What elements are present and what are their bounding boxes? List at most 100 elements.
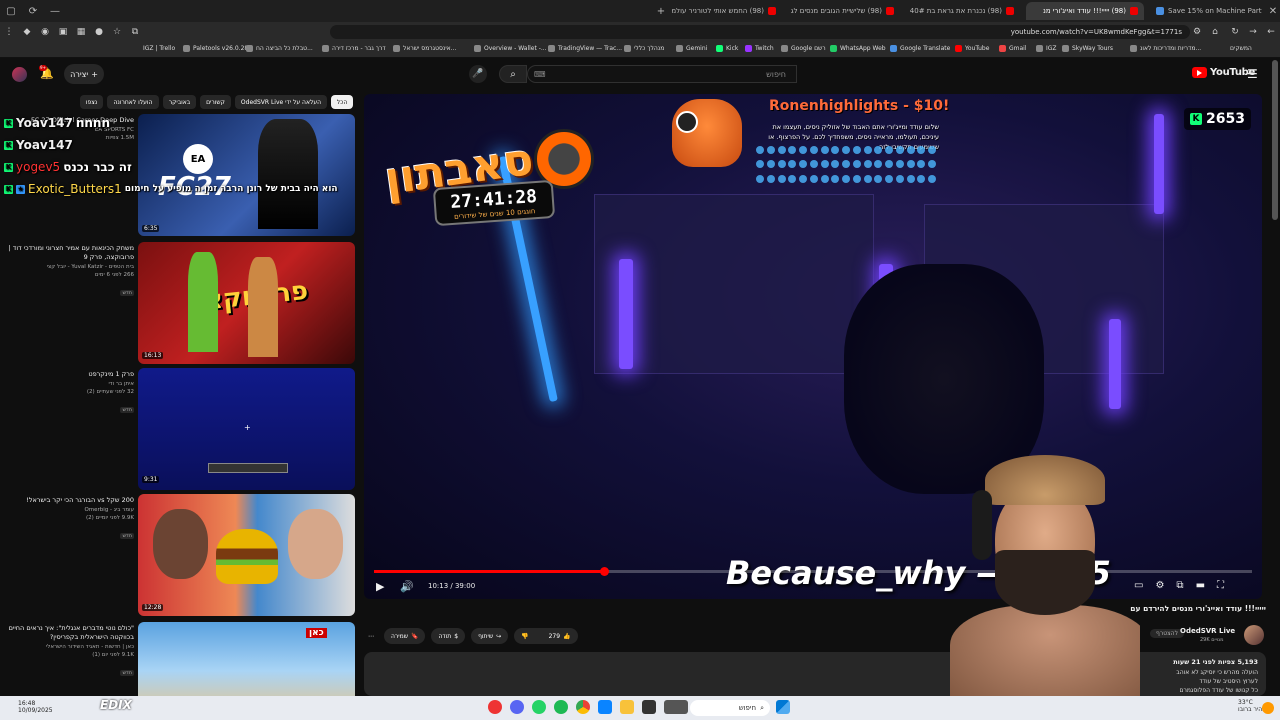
bookmark-item[interactable]: המשקים: [1230, 45, 1252, 52]
bookmark-item[interactable]: Google Translate: [890, 45, 950, 52]
share-icon[interactable]: ⧉: [126, 22, 144, 42]
windows-start-icon[interactable]: [776, 700, 790, 714]
video-thumbnail[interactable]: פרובוקצה: [138, 242, 355, 364]
volume-icon[interactable]: 🔊: [400, 580, 414, 593]
fullscreen-icon[interactable]: ⛶: [1217, 580, 1224, 591]
bookmark-item[interactable]: Twitch: [745, 45, 774, 52]
chip-watched[interactable]: נצפו: [80, 95, 103, 109]
play-icon[interactable]: ▶: [376, 580, 384, 593]
theater-mode-icon[interactable]: ▬: [1196, 580, 1205, 591]
reload-icon[interactable]: ⟳: [22, 0, 44, 22]
bookmark-item[interactable]: YouTube: [955, 45, 989, 52]
video-thumbnail[interactable]: +: [138, 368, 355, 490]
bookmark-item[interactable]: Gemini: [676, 45, 707, 52]
discord-icon[interactable]: [510, 700, 524, 714]
video-title[interactable]: משחק הכינאות עם אמיר חצרוני ומורדכי דוד …: [4, 244, 134, 262]
channel-name[interactable]: כאן | חדשות - תאגיד השידור הישראלי: [4, 643, 134, 651]
search-input[interactable]: ⌨ חיפוש: [527, 65, 797, 83]
bookmark-item[interactable]: IGZ: [1036, 45, 1057, 52]
extension-icon[interactable]: ▦: [72, 22, 90, 42]
url-field[interactable]: youtube.com/watch?v=UK8wmdKeFgg&t=1771s: [330, 25, 1190, 39]
tab-close-icon[interactable]: ✕: [1262, 0, 1280, 22]
bookmark-item[interactable]: IGZ | Trello: [143, 45, 175, 52]
menu-dots-icon[interactable]: ⋮: [0, 22, 18, 42]
browser-tab-active[interactable]: (98) ייייי!!! עודד ואייג'ורי מנ: [1026, 2, 1144, 20]
app-icon[interactable]: [488, 700, 502, 714]
recommendation-item[interactable]: כאן "כולם נוטי מדברים אנגלית": איך נראים…: [0, 622, 360, 696]
extension-icon[interactable]: ◆: [18, 22, 36, 42]
video-thumbnail[interactable]: כאן: [138, 622, 355, 696]
video-thumbnail[interactable]: [138, 494, 355, 616]
progress-scrubber[interactable]: [600, 567, 610, 576]
channel-name[interactable]: עומר ביג - Omerbig: [4, 506, 134, 514]
voice-search-mic-icon[interactable]: 🎤: [469, 65, 487, 83]
bookmark-item[interactable]: SkyWay Tours: [1062, 45, 1113, 52]
thanks-button[interactable]: תודה $: [431, 628, 466, 644]
chrome-icon[interactable]: [576, 700, 590, 714]
recommendation-item[interactable]: 12:28 200 שקל vs הבורגר הכי יקר בישראל! …: [0, 494, 360, 616]
share-button[interactable]: שיתוף ↪: [471, 628, 509, 644]
file-explorer-icon[interactable]: [620, 700, 634, 714]
tune-icon[interactable]: ⚙: [1188, 22, 1206, 42]
refresh-icon[interactable]: ↻: [1226, 22, 1244, 42]
page-scrollbar[interactable]: [1272, 60, 1278, 220]
chip-uploaded-by[interactable]: OdedSVR Live העלאה על ידי: [235, 95, 327, 109]
bookmark-star-icon[interactable]: ☆: [108, 22, 126, 42]
more-actions-icon[interactable]: ⋯: [364, 628, 378, 644]
browser-tab[interactable]: (98) שלישיית הגובים מנסים לג: [790, 2, 900, 20]
spotify-icon[interactable]: [554, 700, 568, 714]
bookmark-item[interactable]: טבלת כל הביצה הח...: [246, 45, 313, 52]
whatsapp-icon[interactable]: [532, 700, 546, 714]
browser-tab[interactable]: (98) החמש אותי לטורניר עולמי: [672, 2, 782, 20]
video-title[interactable]: "כולם נוטי מדברים אנגלית": איך נראים החי…: [4, 624, 134, 642]
youtube-logo[interactable]: YouTube: [1192, 67, 1255, 78]
settings-gear-icon[interactable]: ⚙: [1155, 580, 1164, 591]
channel-name[interactable]: OdedSVR Live: [1180, 627, 1235, 635]
extension-icon[interactable]: ●: [90, 22, 108, 42]
forward-icon[interactable]: →: [1244, 22, 1262, 42]
chip-category[interactable]: באוביקר: [163, 95, 196, 109]
search-button[interactable]: ⌕: [499, 65, 527, 83]
recommendation-item[interactable]: + 9:31 פרק 1 מינקרפט איתן בר ודי 32 לפני…: [0, 368, 360, 490]
home-icon[interactable]: ⌂: [1206, 22, 1224, 42]
channel-name[interactable]: בית הטפים - Yuval Katzir - יובל קצי: [4, 263, 134, 271]
dislike-icon[interactable]: 👎: [521, 633, 528, 640]
browser-tab[interactable]: (98) נכנרת את גראת בת 40#: [908, 2, 1020, 20]
bookmark-item[interactable]: Overview - Wallet -...: [474, 45, 547, 52]
account-avatar[interactable]: [12, 67, 27, 82]
bookmark-item[interactable]: מדריות ומדריכות לאונ...: [1130, 45, 1201, 52]
chip-all[interactable]: הכל: [331, 95, 353, 109]
minimize-icon[interactable]: —: [44, 0, 66, 22]
extensions-puzzle-icon[interactable]: ▣: [54, 22, 72, 42]
chip-related[interactable]: קשורים: [200, 95, 231, 109]
join-button[interactable]: להצטרף: [1150, 629, 1185, 638]
miniplayer-icon[interactable]: ⧉: [1176, 580, 1183, 591]
recommendation-item[interactable]: פרובוקצה 16:13 משחק הכינאות עם אמיר חצרו…: [0, 242, 360, 364]
create-button[interactable]: יצירה +: [64, 64, 104, 84]
channel-avatar[interactable]: [1244, 625, 1264, 645]
taskbar-search[interactable]: חיפוש ⌕: [690, 700, 770, 716]
hamburger-menu-icon[interactable]: ☰: [1247, 67, 1258, 81]
chip-recent[interactable]: הועלו לאחרונה: [107, 95, 159, 109]
browser-tab[interactable]: Save 15% on Machine Party on: [1150, 2, 1262, 20]
extension-icon[interactable]: ◉: [36, 22, 54, 42]
window-menu-icon[interactable]: ▢: [0, 0, 22, 22]
bookmark-item[interactable]: דרך גבר - מרכז דירה: [322, 45, 386, 52]
app-preview-icon[interactable]: [664, 700, 688, 714]
back-icon[interactable]: ←: [1262, 22, 1280, 42]
channel-name[interactable]: איתן בר ודי: [4, 380, 134, 388]
photos-icon[interactable]: [598, 700, 612, 714]
bookmark-item[interactable]: Kick: [716, 45, 738, 52]
save-button[interactable]: שמירה 🔖: [384, 628, 426, 644]
bookmark-item[interactable]: Google רשם: [781, 45, 826, 52]
video-title[interactable]: 200 שקל vs הבורגר הכי יקר בישראל!: [4, 496, 134, 505]
keyboard-icon[interactable]: ⌨: [534, 70, 546, 79]
bookmark-item[interactable]: TradingView — Trac...: [548, 45, 622, 52]
bookmark-item[interactable]: אינסטגרמס ישראל...: [393, 45, 456, 52]
bookmark-item[interactable]: מנהלך כללי: [624, 45, 664, 52]
like-icon[interactable]: 👍: [563, 633, 570, 640]
video-title[interactable]: פרק 1 מינקרפט: [4, 370, 134, 379]
new-tab-icon[interactable]: +: [650, 0, 672, 22]
bookmark-item[interactable]: WhatsApp Web: [830, 45, 886, 52]
bookmark-item[interactable]: Gmail: [999, 45, 1027, 52]
